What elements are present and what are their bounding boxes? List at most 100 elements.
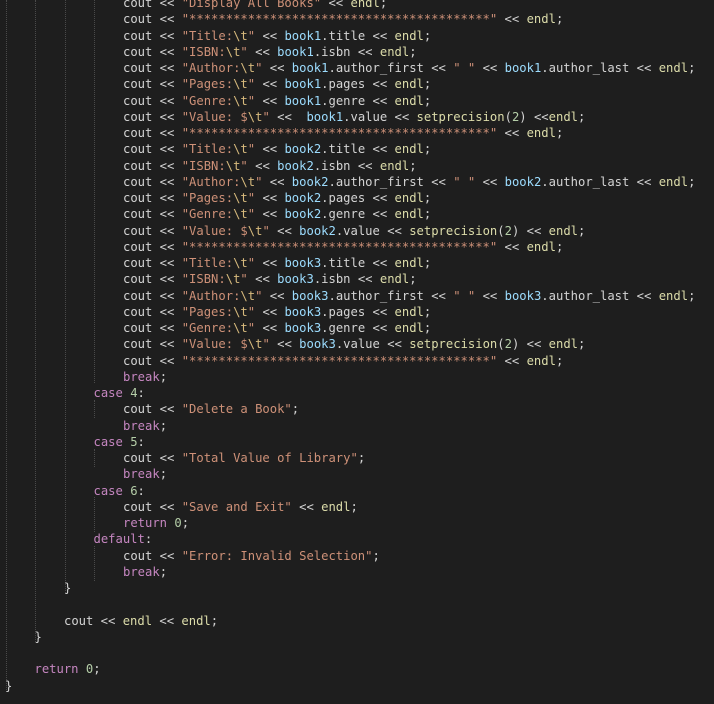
code-token: " (240, 44, 248, 59)
code-token: .author_first << (328, 288, 454, 303)
code-line[interactable]: cout << "Author:\t" << book2.author_firs… (123, 174, 695, 190)
code-token: << (255, 77, 285, 92)
code-line[interactable]: cout << "Value: $\t" << book1.value << s… (123, 109, 585, 125)
code-token: " (240, 272, 248, 287)
code-line[interactable]: cout << "Pages:\t" << book1.pages << end… (123, 76, 431, 92)
code-token: book1 (504, 61, 542, 75)
code-token: book1 (277, 44, 314, 59)
code-token: .pages << (321, 304, 395, 319)
code-token: "Display All Books" (181, 0, 322, 10)
code-token: \t (233, 142, 248, 157)
code-line[interactable]: cout << "Value: $\t" << book3.value << s… (123, 336, 585, 352)
code-token: case (93, 386, 123, 400)
code-line[interactable]: cout << "Total Value of Library"; (123, 450, 365, 466)
code-token: cout << (123, 223, 182, 238)
code-token: ; (555, 239, 564, 254)
code-line[interactable]: cout << "Title:\t" << book1.title << end… (123, 28, 431, 44)
code-token: ; (159, 467, 168, 482)
code-line[interactable]: cout << "*******************************… (123, 125, 563, 141)
code-token: ; (423, 191, 432, 205)
code-line[interactable]: default: (94, 531, 153, 547)
code-token: "Delete a Book" (181, 402, 292, 417)
code-token: cout << (123, 77, 182, 92)
code-line[interactable]: break; (123, 369, 167, 385)
code-line[interactable]: cout << "Delete a Book"; (123, 401, 299, 417)
code-token: << (262, 288, 292, 303)
code-token: << (255, 256, 285, 270)
code-line[interactable]: cout << endl << endl; (64, 613, 218, 629)
code-token: "Pages: (181, 191, 234, 205)
code-token: << (269, 223, 300, 238)
code-token: " (247, 142, 256, 157)
code-line[interactable]: cout << "Author:\t" << book1.author_firs… (123, 60, 695, 76)
code-line[interactable]: cout << "Value: $\t" << book2.value << s… (123, 223, 585, 239)
code-line[interactable]: cout << "*******************************… (123, 11, 563, 27)
code-line[interactable]: cout << "*******************************… (123, 353, 563, 369)
code-token: cout << (123, 353, 182, 368)
code-line[interactable]: } (5, 678, 12, 694)
code-token: "***************************************… (181, 12, 498, 27)
code-token: << (497, 12, 527, 27)
code-line[interactable]: cout << "ISBN:\t" << book2.isbn << endl; (123, 158, 417, 174)
code-token: "Pages: (181, 77, 234, 92)
code-token: ; (555, 126, 564, 140)
code-line[interactable]: cout << "Title:\t" << book2.title << end… (123, 141, 431, 157)
code-line[interactable]: cout << "ISBN:\t" << book3.isbn << endl; (123, 271, 417, 287)
code-token: return (34, 662, 79, 677)
code-token: ; (357, 451, 366, 465)
code-line[interactable]: return 0; (123, 515, 189, 531)
code-token: book1 (284, 77, 322, 92)
code-line[interactable]: } (35, 629, 42, 645)
code-line[interactable]: cout << "Error: Invalid Selection"; (123, 548, 380, 564)
code-token: ; (423, 256, 432, 270)
code-editor[interactable]: cout << "Display All Books" << endl; cout… (0, 0, 714, 704)
indent-guide (35, 0, 36, 642)
code-line[interactable]: cout << "ISBN:\t" << book1.isbn << endl; (123, 44, 417, 60)
code-token: book3 (277, 272, 314, 287)
code-token: ; (555, 12, 564, 27)
code-token: \t (240, 174, 256, 189)
code-token: book1 (306, 109, 344, 124)
code-line[interactable]: cout << "Save and Exit" << endl; (123, 499, 358, 515)
code-token: ; (423, 77, 432, 92)
code-token: break (123, 564, 160, 579)
code-line[interactable]: case 5: (94, 434, 145, 450)
code-token: << (255, 321, 285, 335)
code-line[interactable]: cout << "Genre:\t" << book3.genre << end… (123, 320, 431, 336)
code-token: \t (233, 77, 248, 92)
code-token: "Value: $ (181, 109, 248, 124)
code-token: \t (247, 223, 263, 238)
code-line[interactable]: case 6: (94, 483, 145, 499)
code-line[interactable]: cout << "Pages:\t" << book2.pages << end… (123, 190, 431, 206)
code-token: book2 (284, 142, 322, 157)
code-token: \t (247, 109, 263, 124)
code-line[interactable]: cout << "Display All Books" << endl; (123, 0, 387, 11)
code-line[interactable]: cout << "*******************************… (123, 239, 563, 255)
code-line[interactable]: break; (123, 466, 167, 482)
code-line[interactable]: cout << "Pages:\t" << book3.pages << end… (123, 304, 431, 320)
code-token: : (137, 386, 145, 400)
code-line[interactable]: break; (123, 564, 167, 580)
code-token: book1 (291, 61, 329, 75)
code-line[interactable]: break; (123, 418, 167, 434)
code-token: ; (210, 613, 219, 628)
code-token: endl (394, 28, 424, 43)
code-token: \t (233, 93, 248, 108)
code-line[interactable]: } (64, 580, 71, 596)
code-token: cout << (64, 613, 123, 628)
code-line[interactable]: cout << "Genre:\t" << book1.genre << end… (123, 93, 431, 109)
code-line[interactable]: cout << "Author:\t" << book3.author_firs… (123, 288, 695, 304)
code-token: cout << (123, 272, 182, 287)
code-line[interactable]: case 4: (94, 385, 145, 401)
code-line[interactable]: cout << "Genre:\t" << book2.genre << end… (123, 206, 431, 222)
code-line[interactable]: cout << "Title:\t" << book3.title << end… (123, 255, 431, 271)
code-token: ; (350, 499, 358, 514)
code-token: " (247, 191, 256, 205)
code-line[interactable]: return 0; (35, 661, 101, 677)
code-token: "Title: (181, 28, 234, 43)
code-token: .author_first << (328, 61, 454, 75)
code-token: ; (372, 548, 380, 563)
code-token: " (262, 337, 270, 352)
code-token: .pages << (321, 191, 395, 205)
code-token: ; (578, 223, 586, 238)
